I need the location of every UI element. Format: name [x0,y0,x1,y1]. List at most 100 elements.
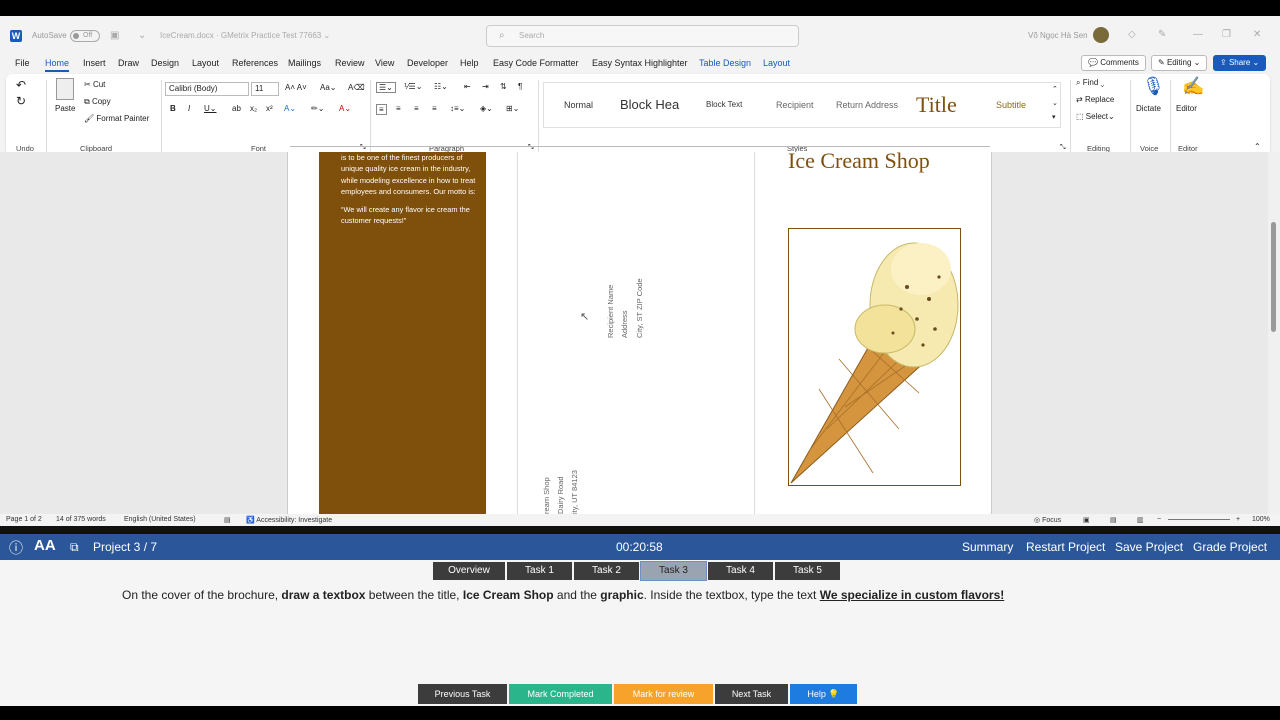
minimize-icon[interactable]: — [1193,29,1203,40]
show-formatting-icon[interactable]: ¶ [518,82,522,91]
styles-more-icon[interactable]: ▾ [1052,113,1056,121]
comments-button[interactable]: 💬 Comments [1081,55,1146,71]
font-grow-shrink-icons[interactable]: A˄ A˅ [285,83,307,92]
read-mode-icon[interactable]: ▣ [1083,516,1090,524]
scroll-thumb[interactable] [1271,222,1276,332]
tab-design[interactable]: Design [151,58,179,68]
increase-indent-icon[interactable]: ⇥ [482,82,489,91]
next-task-button[interactable]: Next Task [715,684,788,704]
decrease-indent-icon[interactable]: ⇤ [464,82,471,91]
align-right-icon[interactable]: ≡ [414,104,419,113]
paste-button[interactable]: Paste [55,104,75,113]
recipient-name[interactable]: Recipient Name [606,285,616,338]
tab-file[interactable]: File [15,58,30,68]
tab-task-1[interactable]: Task 1 [507,562,572,580]
focus-mode[interactable]: ◎ Focus [1034,516,1061,524]
zoom-slider[interactable] [1168,519,1230,520]
align-center-icon[interactable]: ≡ [396,104,401,113]
font-family-select[interactable]: Calibri (Body) [165,82,249,96]
tab-easy-code-formatter[interactable]: Easy Code Formatter [493,58,579,68]
help-button[interactable]: Help 💡 [790,684,857,704]
share-button[interactable]: ⇪ Share ⌄ [1213,55,1267,71]
word-count[interactable]: 14 of 375 words [56,516,106,523]
proofing-icon[interactable]: ▤ [224,516,231,524]
editor-icon[interactable]: ✍ [1182,76,1204,97]
find-button[interactable]: ⌕ Find ⌄ [1076,78,1104,88]
pen-icon[interactable]: ✎ [1158,29,1166,40]
styles-scroll-up-icon[interactable]: ⌃ [1052,85,1058,93]
style-block-text[interactable]: Block Text [706,83,742,127]
select-button[interactable]: ⬚ Select⌄ [1076,112,1115,121]
page-count[interactable]: Page 1 of 2 [6,516,42,523]
avatar[interactable] [1093,27,1109,43]
tab-table-layout[interactable]: Layout [763,58,790,68]
cut-button[interactable]: ✂ Cut [84,80,105,89]
bullets-icon[interactable]: ☰⌄ [376,82,396,93]
editing-mode-button[interactable]: ✎ Editing ⌄ [1151,55,1208,71]
mark-for-review-button[interactable]: Mark for review [614,684,713,704]
summary-button[interactable]: Summary [962,540,1013,554]
tab-layout[interactable]: Layout [192,58,219,68]
print-layout-icon[interactable]: ▤ [1110,516,1117,524]
language[interactable]: English (United States) [124,516,196,523]
tab-references[interactable]: References [232,58,278,68]
tab-task-2[interactable]: Task 2 [574,562,639,580]
recipient-city[interactable]: City, ST ZIP Code [635,278,645,338]
clear-formatting-icon[interactable]: A⌫ [348,83,365,92]
web-layout-icon[interactable]: ▥ [1137,516,1144,524]
format-painter-button[interactable]: 🖌 Format Painter [84,114,149,123]
user-name[interactable]: Võ Ngọc Hà Sen [1028,31,1088,40]
document-icon[interactable]: ⧉ [70,540,79,555]
tab-overview[interactable]: Overview [433,562,505,580]
horizontal-ruler[interactable] [290,142,990,152]
tab-easy-syntax-highlighter[interactable]: Easy Syntax Highlighter [592,58,688,68]
accessibility-status[interactable]: ♿ Accessibility: Investigate [246,516,332,524]
zoom-level[interactable]: 100% [1252,516,1270,523]
help-circle-icon[interactable]: ⓘ [9,538,23,558]
brochure-inside-panel[interactable]: is to be one of the finest producers of … [319,152,486,514]
styles-scroll-down-icon[interactable]: ⌄ [1052,99,1058,107]
tab-task-4[interactable]: Task 4 [708,562,773,580]
undo-icon[interactable]: ↶ [16,78,26,92]
tab-review[interactable]: Review [335,58,365,68]
style-recipient[interactable]: Recipient [776,83,814,127]
justify-icon[interactable]: ≡ [432,104,437,113]
customize-quick-access-icon[interactable]: ⌄ [138,30,146,41]
ice-cream-graphic[interactable] [788,228,961,486]
styles-dialog-launcher-icon[interactable]: ⤡ [1060,144,1066,152]
align-left-icon[interactable]: ≡ [376,104,387,115]
line-spacing-icon[interactable]: ↕≡⌄ [450,104,465,113]
style-return-address[interactable]: Return Address [836,83,898,127]
dictate-button[interactable]: Dictate [1136,104,1161,113]
style-block-heading[interactable]: Block Hea [620,83,679,127]
subscript-icon[interactable]: x₂ [250,104,257,113]
tab-task-3[interactable]: Task 3 [640,561,707,581]
style-title[interactable]: Title [916,83,957,127]
microphone-icon[interactable]: 🎙 [1142,76,1165,97]
tab-developer[interactable]: Developer [407,58,448,68]
mark-completed-button[interactable]: Mark Completed [509,684,612,704]
highlight-icon[interactable]: ✏⌄ [311,104,324,113]
search-box[interactable]: ⌕ Search [486,25,799,47]
strikethrough-icon[interactable]: ab [232,104,241,113]
document-page[interactable]: is to be one of the finest producers of … [287,152,992,514]
style-normal[interactable]: Normal [564,83,593,127]
font-size-icon[interactable]: AA [34,537,56,554]
grade-project-button[interactable]: Grade Project [1193,540,1267,554]
bold-icon[interactable]: B [170,104,176,113]
document-title[interactable]: IceCream.docx · GMetrix Practice Test 77… [160,31,330,40]
tab-draw[interactable]: Draw [118,58,139,68]
return-address-line-3[interactable]: ity, UT 84123 [570,470,580,514]
tab-view[interactable]: View [375,58,394,68]
autosave-toggle[interactable]: Off [70,30,100,42]
font-size-select[interactable]: 11 [251,82,279,96]
style-subtitle[interactable]: Subtitle [996,83,1026,127]
previous-task-button[interactable]: Previous Task [418,684,507,704]
tab-home[interactable]: Home [45,58,70,72]
italic-icon[interactable]: I [188,104,190,113]
text-effects-icon[interactable]: A⌄ [284,104,296,113]
vertical-scrollbar[interactable] [1268,152,1280,514]
restore-icon[interactable]: ❐ [1222,29,1231,40]
superscript-icon[interactable]: x² [266,104,273,113]
tab-insert[interactable]: Insert [83,58,106,68]
